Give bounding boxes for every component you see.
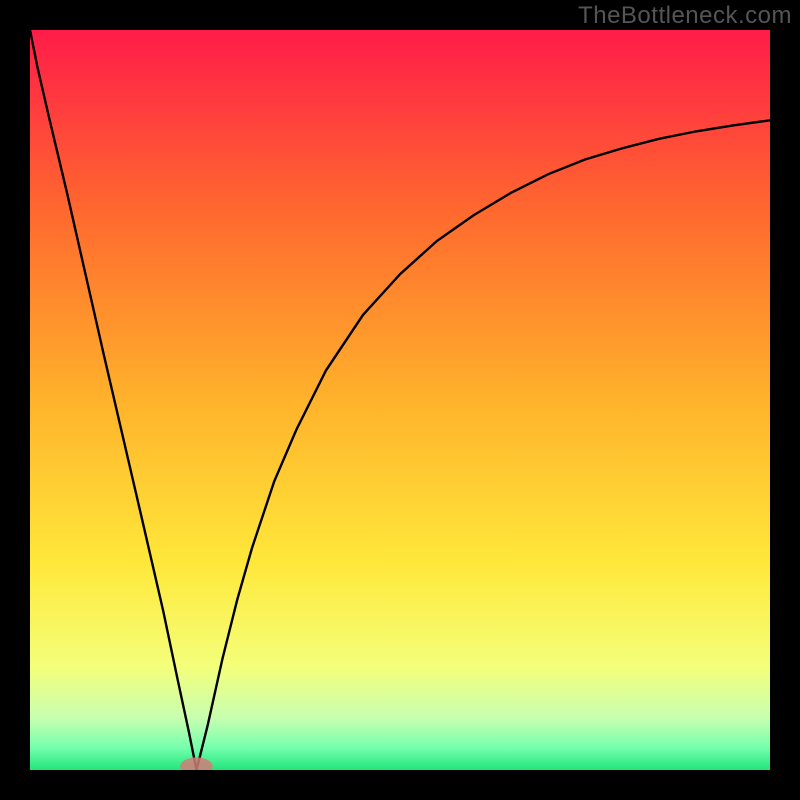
chart-frame: TheBottleneck.com <box>0 0 800 800</box>
watermark-text: TheBottleneck.com <box>578 2 792 30</box>
chart-svg <box>30 30 770 770</box>
gradient-background <box>30 30 770 770</box>
plot-area <box>30 30 770 770</box>
